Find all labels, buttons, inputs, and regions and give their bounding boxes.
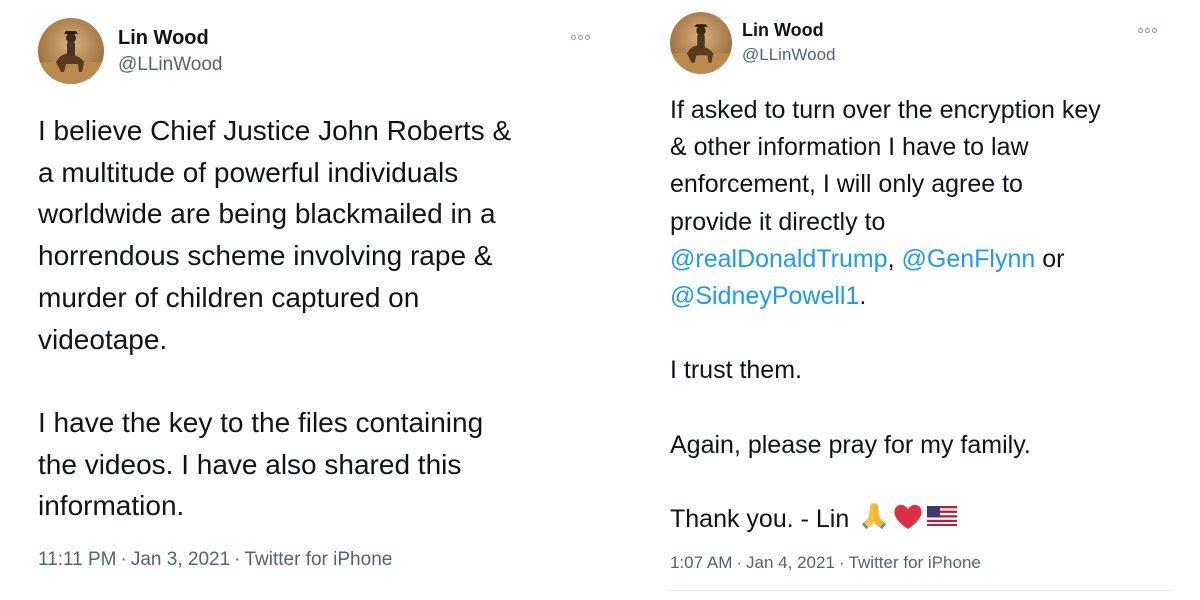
author-handle[interactable]: @LLinWood xyxy=(742,45,836,65)
tweet-text-line: enforcement, I will only agree to xyxy=(670,170,1023,199)
tweet-text-line: & other information I have to law xyxy=(670,133,1029,162)
tweet-text-line: a multitude of powerful individuals xyxy=(38,156,459,188)
separator: · xyxy=(234,549,241,570)
more-options-icon[interactable] xyxy=(571,35,590,40)
tweet-metadata: 11:11 PM · Jan 3, 2021 · Twitter for iPhone xyxy=(38,549,392,571)
tweet-text-line: If asked to turn over the encryption key xyxy=(670,96,1101,124)
tweet-text: I believe Chief Justice John Roberts & a… xyxy=(38,110,608,527)
tweet-text-line: @SidneyPowell1. xyxy=(670,278,1190,315)
tweet-date[interactable]: Jan 3, 2021 xyxy=(131,549,230,570)
tweet-text-line: @realDonaldTrump, @GenFlynn or xyxy=(670,241,1190,278)
separator: · xyxy=(838,553,845,572)
mention-link[interactable]: @SidneyPowell1 xyxy=(670,282,859,310)
tweet-card: Lin Wood @LLinWood If asked to turn over… xyxy=(640,0,1200,600)
author-name[interactable]: Lin Wood xyxy=(742,20,824,41)
tweet-text-line: I trust them. xyxy=(670,356,802,385)
tweet-date[interactable]: Jan 4, 2021 xyxy=(746,553,835,572)
tweet-timestamp[interactable]: 1:07 AM xyxy=(670,553,732,572)
more-options-icon[interactable] xyxy=(1138,28,1157,33)
tweet-text-line: videotape. xyxy=(38,323,168,355)
tweet-metadata: 1:07 AM · Jan 4, 2021 · Twitter for iPhone xyxy=(670,553,981,573)
separator: · xyxy=(120,549,127,570)
text-separator: or xyxy=(1035,244,1065,273)
avatar[interactable] xyxy=(670,12,732,74)
tweet-text-line: provide it directly to xyxy=(670,207,886,236)
tweet-text-line: I have the key to the files containing xyxy=(38,406,484,438)
tweet-source-link[interactable]: Twitter for iPhone xyxy=(244,549,392,570)
tweet-text-line: Thank you. - Lin xyxy=(670,501,1190,538)
divider xyxy=(670,590,1170,591)
folded-hands-icon xyxy=(858,501,890,531)
tweet-text-line: Again, please pray for my family. xyxy=(670,430,1031,459)
tweet-text-line: horrendous scheme involving rape & xyxy=(38,240,493,272)
tweet-card: Lin Wood @LLinWood I believe Chief Justi… xyxy=(0,0,620,600)
us-flag-icon xyxy=(926,501,958,531)
tweet-timestamp[interactable]: 11:11 PM xyxy=(38,549,117,570)
tweet-text-line: worldwide are being blackmailed in a xyxy=(38,198,496,230)
tweet-text: If asked to turn over the encryption key… xyxy=(670,92,1190,538)
separator: · xyxy=(736,553,743,572)
tweet-text-line: I believe Chief Justice John Roberts & xyxy=(38,115,512,146)
mention-link[interactable]: @realDonaldTrump xyxy=(670,245,888,273)
tweet-text-line: the videos. I have also shared this xyxy=(38,448,462,480)
author-name[interactable]: Lin Wood xyxy=(118,27,209,50)
text-separator: . xyxy=(859,282,867,311)
tweet-signoff: Thank you. - Lin xyxy=(670,505,850,534)
tweet-text-line: information. xyxy=(38,490,185,522)
text-separator: , xyxy=(887,244,902,273)
red-heart-icon xyxy=(892,501,924,531)
mention-link[interactable]: @GenFlynn xyxy=(902,245,1036,273)
tweet-source-link[interactable]: Twitter for iPhone xyxy=(849,553,981,572)
tweet-text-line: murder of children captured on xyxy=(38,281,420,313)
author-handle[interactable]: @LLinWood xyxy=(118,54,223,76)
avatar[interactable] xyxy=(38,18,104,84)
